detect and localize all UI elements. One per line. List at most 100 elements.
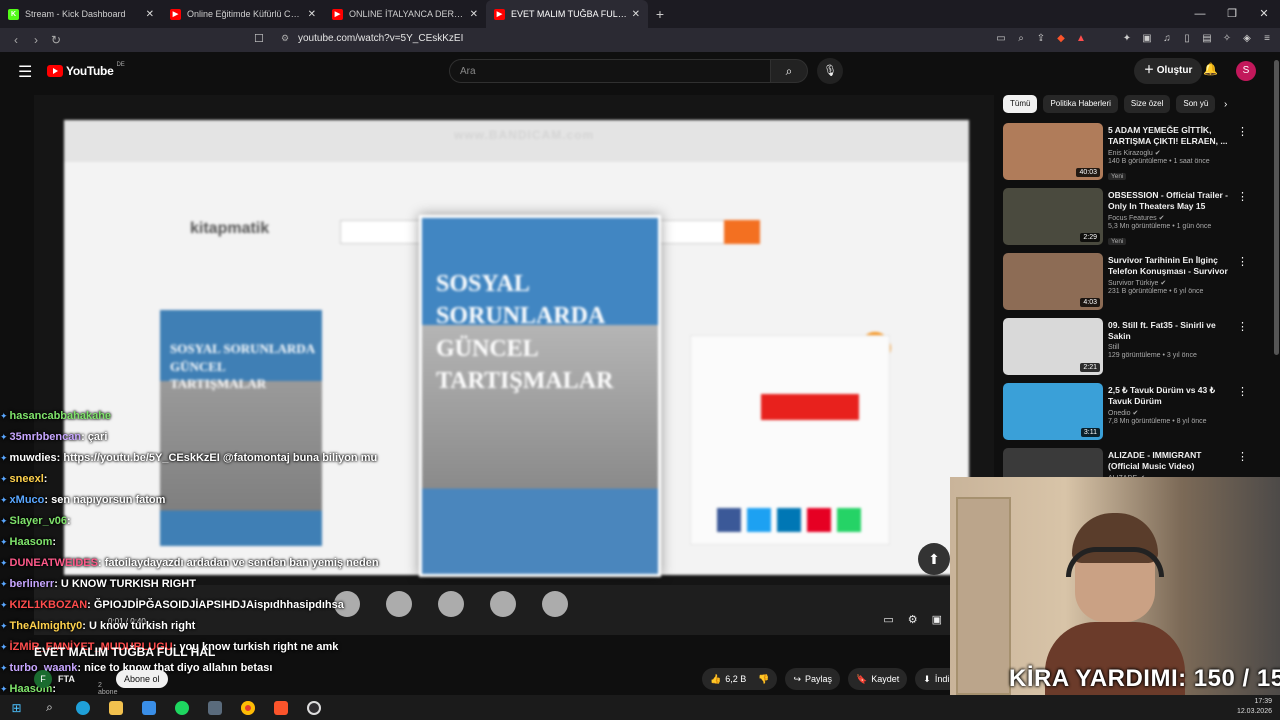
- bookmark-icon[interactable]: ☐: [254, 32, 264, 45]
- book-title-small: SOSYAL SORUNLARDA GÜNCEL TARTIŞMALAR: [170, 341, 315, 392]
- search-button[interactable]: ⌕: [770, 59, 808, 83]
- video-channel[interactable]: Onedio ✔: [1108, 409, 1230, 417]
- tab-close-icon[interactable]: ✕: [632, 9, 640, 20]
- video-channel[interactable]: Focus Features ✔: [1108, 214, 1230, 222]
- file-explorer-icon[interactable]: [99, 695, 132, 720]
- vpn-icon[interactable]: ◈: [1240, 32, 1254, 46]
- recommended-video[interactable]: 3:11 2,5 ₺ Tavuk Dürüm vs 43 ₺ Tavuk Dürü…: [1003, 383, 1263, 448]
- thumbs-down-icon[interactable]: 👎: [758, 668, 769, 690]
- zoom-icon[interactable]: ⌕: [1014, 32, 1028, 46]
- subscribe-button[interactable]: Abone ol: [116, 670, 168, 688]
- cast-icon[interactable]: ▭: [994, 32, 1008, 46]
- browser-tab[interactable]: K Stream - Kick Dashboard ✕: [0, 0, 162, 28]
- calculator-icon[interactable]: [198, 695, 231, 720]
- filter-chip[interactable]: Politika Haberleri: [1043, 95, 1118, 113]
- settings-gear-icon[interactable]: ⚙: [908, 613, 918, 626]
- share-icon[interactable]: ⇪: [1034, 32, 1048, 46]
- more-vert-icon[interactable]: ⋮: [1237, 450, 1248, 463]
- system-clock[interactable]: 17:39 12.03.2026: [1237, 697, 1272, 717]
- leo-icon[interactable]: ✧: [1220, 32, 1234, 46]
- video-title-link[interactable]: Survivor Tarihinin En İlginç Telefon Kon…: [1108, 255, 1230, 277]
- filter-chip[interactable]: Tümü: [1003, 95, 1038, 113]
- windows-start-icon[interactable]: ⊞: [0, 695, 33, 720]
- brave-shield-icon[interactable]: ◆: [1054, 32, 1068, 46]
- browser-tab[interactable]: ▶ ONLINE İTALYANCA DERSİ KÜFÜR ED ✕: [324, 0, 486, 28]
- video-title-link[interactable]: 2,5 ₺ Tavuk Dürüm vs 43 ₺ Tavuk Dürüm: [1108, 385, 1230, 407]
- share-button[interactable]: ↪ Paylaş: [785, 668, 841, 690]
- edge-icon[interactable]: [66, 695, 99, 720]
- filter-chip[interactable]: Size özel: [1123, 95, 1171, 113]
- menu-icon[interactable]: ≡: [1260, 32, 1274, 46]
- channel-name[interactable]: FTA: [58, 674, 75, 684]
- taskbar-search-icon[interactable]: ⌕: [33, 695, 66, 720]
- sidebar-icon[interactable]: ▯: [1180, 32, 1194, 46]
- back-icon[interactable]: ‹: [6, 33, 26, 47]
- new-tab-button[interactable]: +: [648, 6, 672, 22]
- forward-icon[interactable]: ›: [26, 33, 46, 47]
- site-info-icon[interactable]: ⚙: [281, 33, 289, 44]
- create-button[interactable]: ＋ Oluştur: [1134, 58, 1203, 84]
- recommended-video[interactable]: 40:03 5 ADAM YEMEĞE GİTTİK, TARTIŞMA ÇIKT…: [1003, 123, 1263, 188]
- wallet-icon[interactable]: ▣: [1140, 32, 1154, 46]
- video-thumbnail[interactable]: 2:29: [1003, 188, 1103, 245]
- subtitles-icon[interactable]: ▭: [883, 613, 893, 626]
- recommended-video[interactable]: 2:21 09. Still ft. Fat35 - Sinirli ve Sak…: [1003, 318, 1263, 383]
- music-icon[interactable]: ♫: [1160, 32, 1174, 46]
- minimize-icon[interactable]: —: [1184, 0, 1216, 28]
- video-title-link[interactable]: 5 ADAM YEMEĞE GİTTİK, TARTIŞMA ÇIKTI! EL…: [1108, 125, 1230, 147]
- video-thumbnail[interactable]: 3:11: [1003, 383, 1103, 440]
- chat-badge-icon: ✦: [0, 516, 8, 526]
- recommended-video[interactable]: 4:03 Survivor Tarihinin En İlginç Telefon…: [1003, 253, 1263, 318]
- more-vert-icon[interactable]: ⋮: [1237, 385, 1248, 398]
- filter-chip[interactable]: Son yü: [1176, 95, 1216, 113]
- account-avatar[interactable]: S: [1236, 61, 1256, 81]
- obs-icon[interactable]: [297, 695, 330, 720]
- page-scrollbar[interactable]: [1274, 60, 1279, 355]
- more-vert-icon[interactable]: ⋮: [1237, 320, 1248, 333]
- tab-close-icon[interactable]: ✕: [470, 9, 478, 20]
- brave-icon[interactable]: [264, 695, 297, 720]
- video-title-link[interactable]: OBSESSION - Official Trailer - Only In T…: [1108, 190, 1230, 212]
- brave-rewards-icon[interactable]: ▲: [1074, 32, 1088, 46]
- more-vert-icon[interactable]: ⋮: [1237, 125, 1248, 138]
- tab-close-icon[interactable]: ✕: [146, 9, 154, 20]
- video-title-link[interactable]: ALIZADE - IMMIGRANT (Official Music Vide…: [1108, 450, 1230, 472]
- video-channel[interactable]: Enis Kirazoglu ✔: [1108, 149, 1230, 157]
- video-thumbnail[interactable]: 4:03: [1003, 253, 1103, 310]
- video-thumbnail[interactable]: 2:21: [1003, 318, 1103, 375]
- linkedin-icon: [777, 508, 801, 532]
- notifications-bell-icon[interactable]: 🔔: [1203, 62, 1218, 76]
- search-input[interactable]: Ara: [449, 59, 770, 83]
- extensions-icon[interactable]: ✦: [1120, 32, 1134, 46]
- save-button[interactable]: 🔖 Kaydet: [848, 668, 908, 690]
- video-channel[interactable]: Still: [1108, 344, 1230, 351]
- chrome-icon[interactable]: [231, 695, 264, 720]
- like-button[interactable]: 👍 6,2 B 👎: [702, 668, 778, 690]
- close-window-icon[interactable]: ✕: [1248, 0, 1280, 28]
- video-thumbnail[interactable]: 40:03: [1003, 123, 1103, 180]
- theater-mode-icon[interactable]: ▣: [932, 613, 942, 626]
- youtube-play-icon: [47, 65, 63, 77]
- tab-close-icon[interactable]: ✕: [308, 9, 316, 20]
- video-title-link[interactable]: 09. Still ft. Fat35 - Sinirli ve Sakin: [1108, 320, 1230, 342]
- url-field[interactable]: youtube.com/watch?v=5Y_CEskKzEI: [298, 33, 463, 44]
- chevron-right-icon[interactable]: ›: [1224, 99, 1227, 110]
- more-vert-icon[interactable]: ⋮: [1237, 190, 1248, 203]
- browser-tab[interactable]: ▶ Online Eğitimde Küfürlü Cs oynayan ✕: [162, 0, 324, 28]
- book-title: SOSYAL SORUNLARDA GÜNCEL TARTIŞMALAR: [436, 271, 614, 395]
- channel-avatar[interactable]: F: [34, 670, 52, 688]
- wallet2-icon[interactable]: ▤: [1200, 32, 1214, 46]
- spotify-icon[interactable]: [165, 695, 198, 720]
- hamburger-menu-icon[interactable]: ☰: [18, 62, 32, 82]
- recommended-video[interactable]: 2:29 OBSESSION - Official Trailer - Only …: [1003, 188, 1263, 253]
- video-channel[interactable]: Survivor Türkiye ✔: [1108, 279, 1230, 287]
- store-icon[interactable]: [132, 695, 165, 720]
- youtube-logo[interactable]: YouTube DE: [47, 62, 125, 78]
- bandicam-watermark: www.BANDICAM.com: [454, 128, 595, 142]
- browser-tab[interactable]: ▶ EVET MALIM TUĞBA FULL HA ✕: [486, 0, 648, 28]
- voice-search-button[interactable]: 🎙: [817, 58, 843, 84]
- reload-icon[interactable]: ↻: [46, 33, 66, 47]
- restore-icon[interactable]: ❐: [1216, 0, 1248, 28]
- more-vert-icon[interactable]: ⋮: [1237, 255, 1248, 268]
- chat-username: KIZL1KBOZAN: [9, 599, 88, 611]
